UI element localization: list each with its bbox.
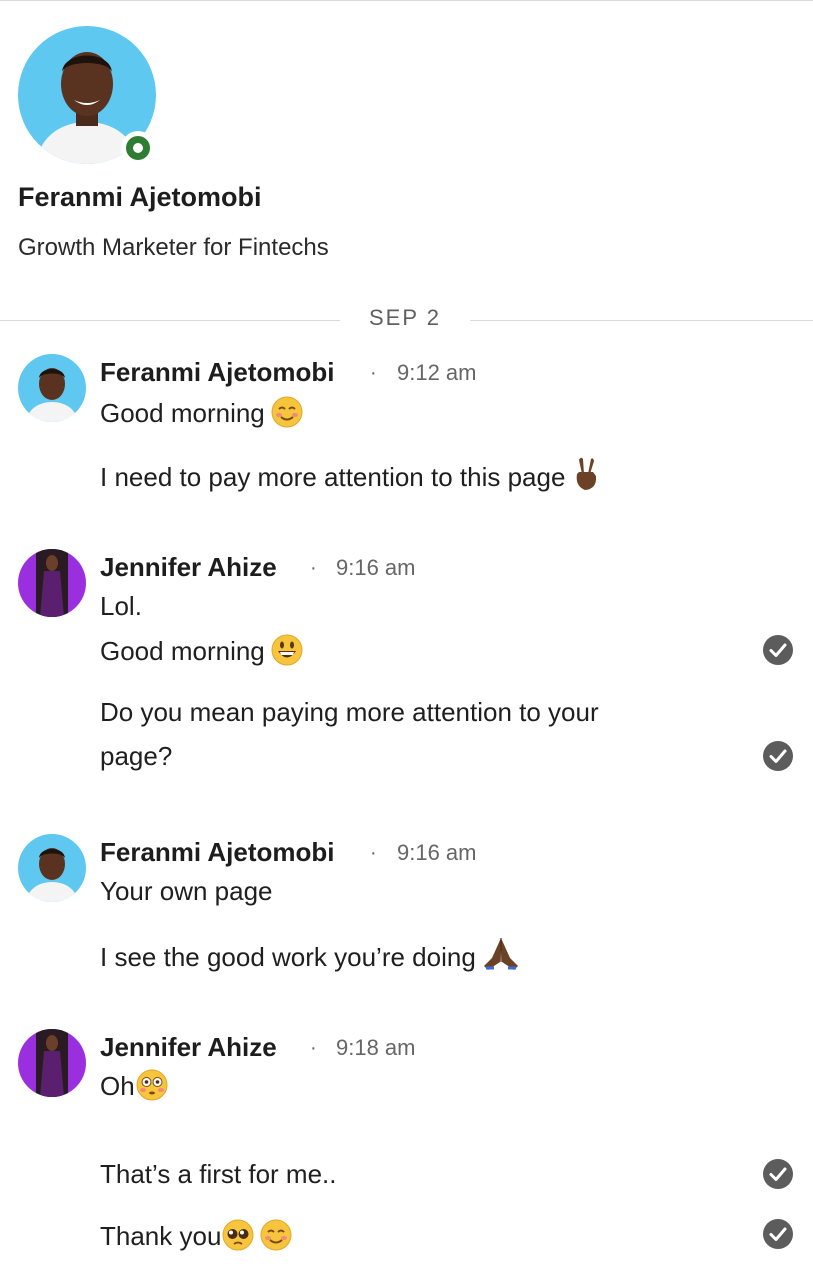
sender-avatar[interactable]: [18, 354, 86, 422]
message-text: Thank you: [100, 1219, 292, 1258]
read-receipt-check-icon: [763, 1219, 793, 1249]
message-text: I see the good work you’re doing: [100, 936, 520, 979]
grinning-face-icon: [271, 634, 303, 673]
sender-name[interactable]: Jennifer Ahize: [100, 1032, 277, 1063]
separator-dot: ·: [370, 362, 377, 384]
message-time: 9:12 am: [397, 360, 477, 385]
message-text: Lol.: [100, 591, 142, 621]
message-text: page?: [100, 741, 173, 771]
message-text: Your own page: [100, 876, 273, 906]
sender-avatar[interactable]: [18, 1029, 86, 1097]
read-receipt-check-icon: [763, 741, 793, 771]
flushed-face-icon: [136, 1069, 168, 1108]
read-receipt-check-icon: [763, 1159, 793, 1189]
separator-dot: ·: [370, 842, 377, 864]
person-photo-icon: [26, 368, 78, 422]
message-line: Oh: [100, 1071, 135, 1101]
separator-dot: ·: [310, 1037, 317, 1059]
profile-headline: Growth Marketer for Fintechs: [18, 234, 329, 261]
victory-hand-icon: [571, 456, 601, 499]
date-divider-label: SEP 2: [369, 305, 441, 330]
sender-name[interactable]: Jennifer Ahize: [100, 552, 277, 583]
sender-name[interactable]: Feranmi Ajetomobi: [100, 837, 335, 868]
message-text: Good morning: [100, 396, 303, 435]
person-photo-icon: [26, 848, 78, 902]
separator-dot: ·: [310, 557, 317, 579]
message-time: 9:16 am: [397, 840, 477, 865]
message-text: That’s a first for me..: [100, 1159, 337, 1189]
sender-avatar[interactable]: [18, 549, 86, 617]
message-line: I see the good work you’re doing: [100, 942, 476, 972]
message-line: Good morning: [100, 398, 265, 428]
online-status-icon: [121, 131, 155, 165]
message-time: 9:18 am: [336, 1035, 416, 1060]
date-divider-line-left: [0, 320, 340, 321]
person-photo-icon: [36, 549, 68, 617]
read-receipt-check-icon: [763, 635, 793, 665]
date-divider-line-right: [470, 320, 813, 321]
smiling-face-icon: [260, 1219, 292, 1258]
top-divider: [0, 0, 813, 1]
message-line: I need to pay more attention to this pag…: [100, 462, 566, 492]
pleading-face-icon: [222, 1219, 254, 1258]
sender-name[interactable]: Feranmi Ajetomobi: [100, 357, 335, 388]
smiling-face-icon: [271, 396, 303, 435]
sender-avatar[interactable]: [18, 834, 86, 902]
message-time: 9:16 am: [336, 555, 416, 580]
profile-name[interactable]: Feranmi Ajetomobi: [18, 182, 262, 213]
message-text: I need to pay more attention to this pag…: [100, 456, 601, 499]
folded-hands-icon: [482, 936, 520, 979]
message-line: Thank you: [100, 1221, 222, 1251]
message-text: Good morning: [100, 634, 303, 673]
message-line: Good morning: [100, 636, 265, 666]
message-text: Oh: [100, 1069, 168, 1108]
person-photo-icon: [36, 1029, 68, 1097]
message-text: Do you mean paying more attention to you…: [100, 697, 599, 727]
